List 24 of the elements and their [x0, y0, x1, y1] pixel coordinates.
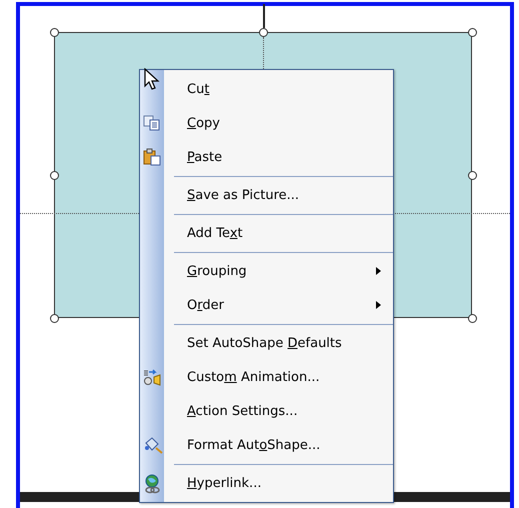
menu-item[interactable]: Action Settings... [187, 404, 381, 418]
paint-bucket-icon [143, 436, 163, 454]
rotation-handle-line [263, 4, 265, 28]
menu-item[interactable]: Grouping [187, 264, 376, 278]
menu-item[interactable]: Copy [187, 116, 381, 130]
copy-icon [143, 114, 161, 132]
paste-icon [143, 148, 161, 166]
resize-handle[interactable] [468, 314, 477, 323]
resize-handle[interactable] [468, 171, 477, 180]
menu-item[interactable]: Paste [187, 150, 381, 164]
menu-item[interactable]: Add Text [187, 226, 381, 240]
menu-item[interactable]: Set AutoShape Defaults [187, 336, 381, 350]
menu-item[interactable]: Custom Animation... [187, 370, 381, 384]
resize-handle[interactable] [50, 28, 59, 37]
menu-item[interactable]: Format AutoShape... [187, 438, 381, 452]
menu-item[interactable]: Cut [187, 82, 381, 96]
resize-handle[interactable] [259, 28, 268, 37]
animation-icon [143, 368, 163, 386]
menu-item[interactable]: Save as Picture... [187, 188, 381, 202]
menu-item[interactable]: Hyperlink... [187, 476, 381, 490]
resize-handle[interactable] [468, 28, 477, 37]
menu-item[interactable]: Order [187, 298, 376, 312]
resize-handle[interactable] [50, 314, 59, 323]
resize-handle[interactable] [50, 171, 59, 180]
